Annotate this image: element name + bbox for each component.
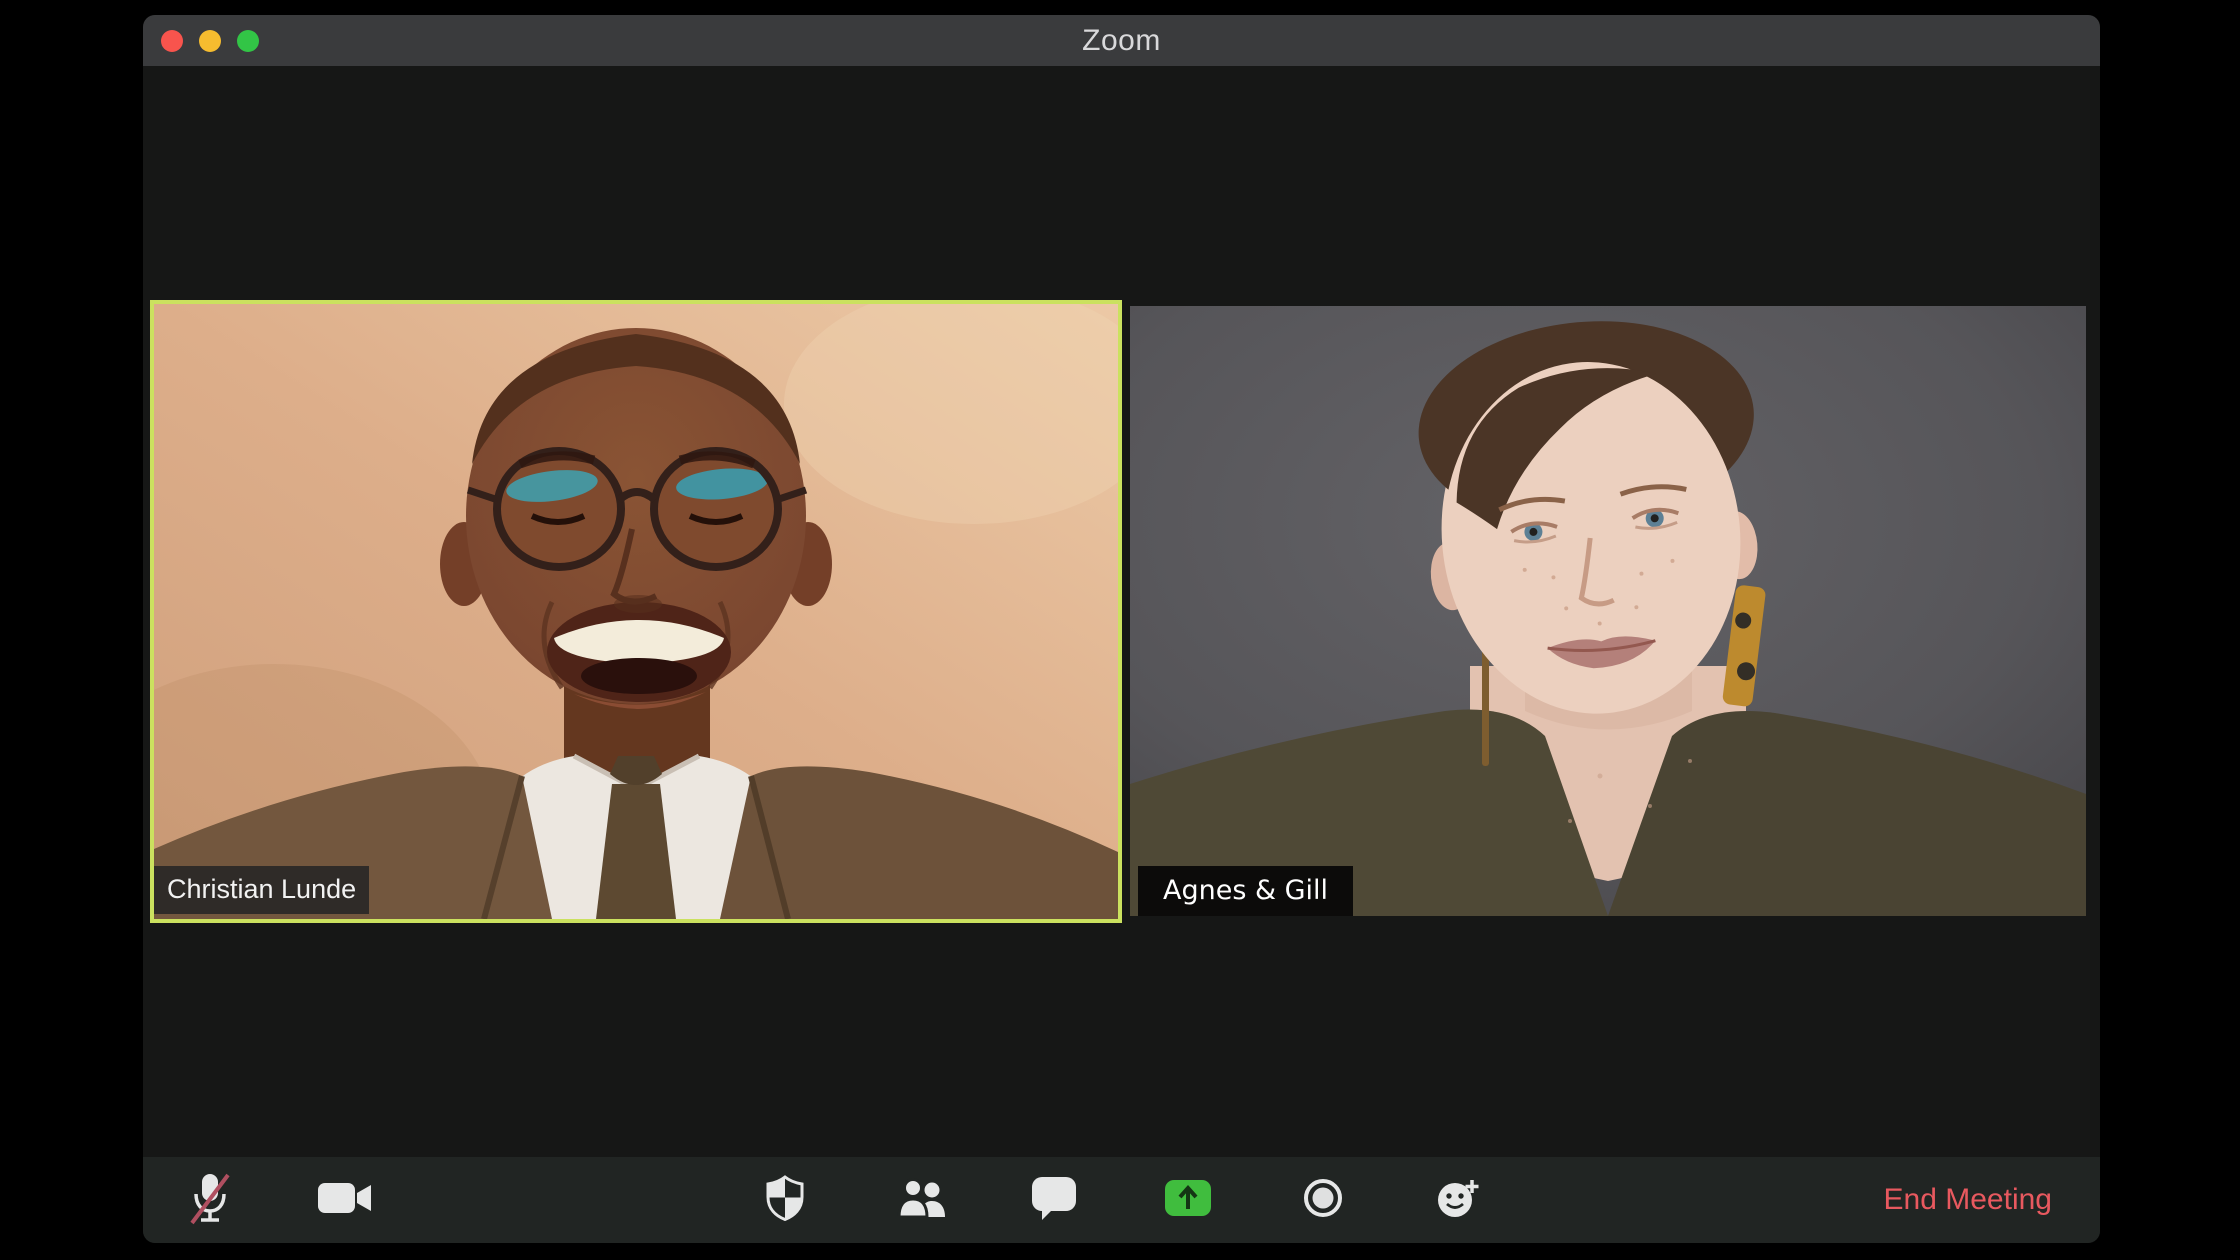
video-tile-christian-lunde[interactable]: Christian Lunde <box>150 300 1122 923</box>
share-screen-button[interactable] <box>1152 1161 1224 1235</box>
maximize-window-button[interactable] <box>237 30 259 52</box>
end-meeting-button[interactable]: End Meeting <box>1884 1157 2052 1243</box>
window-title: Zoom <box>1082 24 1161 58</box>
security-button[interactable] <box>749 1161 821 1235</box>
zoom-window: Zoom <box>143 15 2100 1243</box>
meeting-toolbar: End Meeting <box>143 1157 2100 1243</box>
reactions-icon <box>1434 1176 1482 1220</box>
record-button[interactable] <box>1287 1161 1359 1235</box>
agnes-video-feed <box>1130 306 2086 916</box>
video-tile-agnes-gill[interactable]: Agnes & Gill <box>1130 306 2086 916</box>
window-controls <box>161 15 259 66</box>
record-icon <box>1303 1178 1343 1218</box>
christian-video-feed <box>154 304 1118 919</box>
mute-button[interactable] <box>174 1161 246 1235</box>
video-camera-icon <box>318 1180 372 1216</box>
participants-icon <box>896 1178 948 1218</box>
share-screen-icon <box>1173 1185 1203 1211</box>
participant-name-label: Christian Lunde <box>154 866 369 914</box>
video-button[interactable] <box>309 1161 381 1235</box>
title-bar: Zoom <box>143 15 2100 66</box>
participants-button[interactable] <box>886 1161 958 1235</box>
microphone-muted-icon <box>186 1168 234 1228</box>
reactions-button[interactable] <box>1422 1161 1494 1235</box>
chat-bubble-icon <box>1030 1175 1078 1221</box>
desktop-background: { "window": { "title": "Zoom" }, "titleb… <box>0 0 2240 1260</box>
shield-icon <box>765 1175 805 1221</box>
participant-name-label: Agnes & Gill <box>1138 866 1353 916</box>
minimize-window-button[interactable] <box>199 30 221 52</box>
close-window-button[interactable] <box>161 30 183 52</box>
chat-button[interactable] <box>1018 1161 1090 1235</box>
